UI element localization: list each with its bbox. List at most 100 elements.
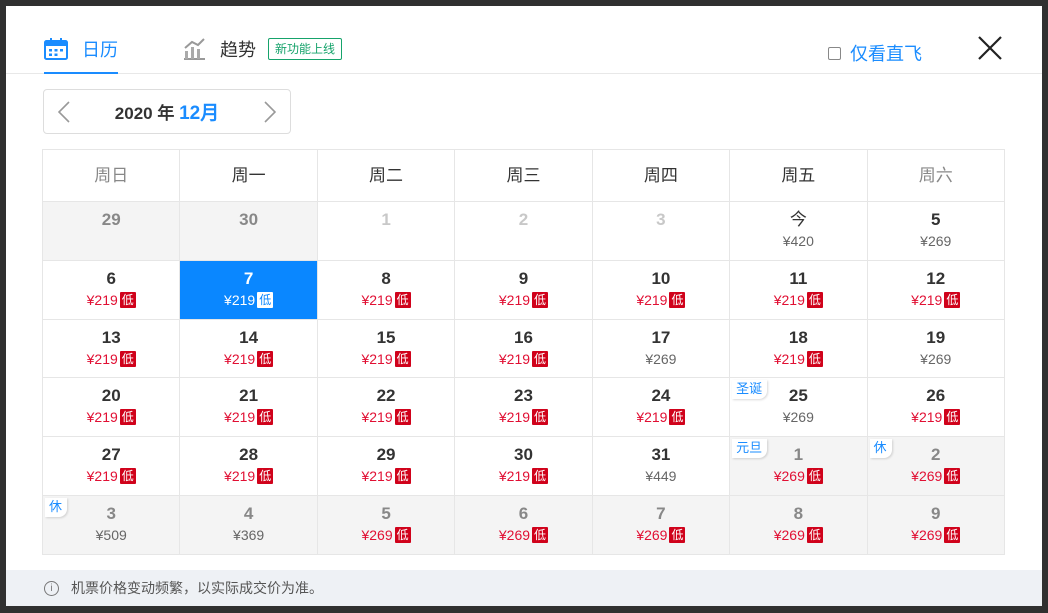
prev-month-button[interactable] — [56, 100, 72, 124]
price-value: ¥219 — [636, 409, 668, 426]
date-cell[interactable]: 30 — [180, 202, 318, 261]
date-cell[interactable]: 27 ¥219 低 — [43, 437, 181, 496]
date-cell[interactable]: 圣诞 25 ¥269 — [730, 378, 868, 438]
tab-calendar[interactable]: 日历 — [44, 34, 118, 74]
price-value: ¥269 — [773, 526, 805, 543]
date-cell[interactable]: 今 ¥420 — [730, 202, 868, 261]
weekday-header: 周日 周一 周二 周三 周四 周五 周六 — [43, 150, 1005, 202]
date-price: ¥269 低 — [868, 467, 1004, 485]
date-price: ¥269 — [868, 232, 1004, 250]
date-cell[interactable]: 休 2 ¥269 低 — [867, 437, 1005, 496]
date-price: ¥449 — [593, 467, 729, 485]
low-price-tag: 低 — [669, 291, 686, 308]
date-number: 8 — [381, 268, 391, 288]
date-price: ¥219 低 — [43, 467, 179, 485]
date-price: ¥219 低 — [180, 291, 316, 309]
date-cell[interactable]: 31 ¥449 — [592, 437, 731, 496]
date-cell[interactable]: 20 ¥219 低 — [43, 378, 181, 438]
date-cell[interactable]: 16 ¥219 低 — [455, 319, 593, 379]
date-price: ¥369 — [180, 526, 316, 544]
low-price-tag: 低 — [944, 468, 961, 485]
date-cell[interactable]: 6 ¥219 低 — [43, 260, 181, 320]
date-cell[interactable]: 8 ¥219 低 — [317, 260, 456, 320]
date-cell: 3 — [592, 202, 731, 261]
date-number: 14 — [239, 327, 259, 347]
date-number: 2 — [518, 210, 529, 229]
price-value: ¥219 — [498, 291, 531, 308]
date-cell[interactable]: 4 ¥369 — [180, 495, 318, 555]
price-value: ¥219 — [224, 409, 256, 426]
tab-trend[interactable]: 趋势 新功能上线 — [182, 34, 343, 64]
low-price-tag: 低 — [119, 468, 136, 485]
date-cell[interactable]: 15 ¥219 低 — [317, 319, 456, 379]
trend-chart-icon — [184, 38, 205, 60]
date-price: ¥219 低 — [318, 350, 454, 368]
date-number: 6 — [106, 268, 116, 288]
date-cell[interactable]: 元旦 1 ¥269 低 — [730, 437, 868, 496]
date-cell[interactable]: 17 ¥269 — [592, 319, 731, 379]
date-number: 15 — [376, 327, 396, 347]
date-cell[interactable]: 24 ¥219 低 — [592, 378, 731, 438]
next-month-button[interactable] — [262, 100, 278, 124]
price-value: ¥219 — [86, 468, 118, 485]
price-value: ¥269 — [498, 526, 531, 543]
date-cell[interactable]: 休 3 ¥509 — [43, 495, 181, 555]
date-number: 9 — [931, 503, 941, 523]
date-cell[interactable]: 5 ¥269 低 — [317, 495, 456, 555]
holiday-tag: 休 — [45, 497, 68, 517]
date-cell[interactable]: 19 ¥269 — [867, 319, 1005, 379]
date-cell[interactable]: 8 ¥269 低 — [730, 495, 868, 555]
low-price-tag: 低 — [944, 526, 961, 543]
date-cell[interactable]: 30 ¥219 低 — [455, 437, 593, 496]
date-cell-selected[interactable]: 7 ¥219 低 — [180, 260, 318, 320]
price-value: ¥269 — [645, 350, 677, 367]
date-cell[interactable]: 9 ¥219 低 — [455, 260, 593, 320]
date-price: ¥219 低 — [180, 350, 316, 368]
date-price: ¥219 低 — [43, 350, 179, 368]
date-price: ¥219 低 — [455, 350, 591, 368]
date-cell[interactable]: 22 ¥219 低 — [317, 378, 456, 438]
date-cell[interactable]: 7 ¥269 低 — [592, 495, 731, 555]
low-price-tag: 低 — [806, 350, 823, 367]
date-number: 7 — [243, 268, 254, 288]
date-cell[interactable]: 13 ¥219 低 — [43, 319, 181, 379]
tab-bar: 日历 趋势 新功能上线 仅看直飞 — [6, 6, 1042, 74]
date-number: 18 — [788, 327, 808, 347]
close-button[interactable] — [976, 34, 1004, 62]
direct-only-toggle[interactable]: 仅看直飞 — [828, 40, 922, 66]
low-price-tag: 低 — [669, 526, 686, 543]
date-cell[interactable]: 11 ¥219 低 — [730, 260, 868, 320]
date-cell[interactable]: 6 ¥269 低 — [455, 495, 593, 555]
date-cell[interactable]: 21 ¥219 低 — [180, 378, 318, 438]
date-cell[interactable]: 10 ¥219 低 — [592, 260, 731, 320]
date-cell[interactable]: 23 ¥219 低 — [455, 378, 593, 438]
date-cell[interactable]: 5 ¥269 — [867, 202, 1005, 261]
direct-only-checkbox[interactable] — [828, 46, 841, 60]
date-number: 5 — [381, 503, 391, 523]
date-number: 20 — [101, 386, 121, 406]
date-cell[interactable]: 28 ¥219 低 — [180, 437, 318, 496]
low-price-tag: 低 — [119, 291, 136, 308]
low-price-tag: 低 — [532, 468, 549, 485]
date-price: ¥219 低 — [318, 467, 454, 485]
date-price: ¥219 低 — [455, 467, 591, 485]
date-number: 17 — [651, 327, 671, 347]
date-number: 5 — [931, 210, 941, 229]
close-icon — [978, 36, 1002, 60]
date-cell[interactable]: 29 ¥219 低 — [317, 437, 456, 496]
date-price: ¥219 低 — [593, 408, 729, 426]
date-cell[interactable]: 12 ¥219 低 — [867, 260, 1005, 320]
low-price-tag: 低 — [806, 291, 823, 308]
date-number: 8 — [793, 503, 804, 523]
date-cell[interactable]: 14 ¥219 低 — [180, 319, 318, 379]
date-cell[interactable]: 18 ¥219 低 — [730, 319, 868, 379]
date-cell[interactable]: 26 ¥219 低 — [867, 378, 1005, 438]
date-cell[interactable]: 29 — [43, 202, 181, 261]
date-cell[interactable]: 9 ¥269 低 — [867, 495, 1005, 555]
date-price: ¥219 低 — [455, 291, 591, 309]
info-icon: i — [44, 580, 59, 596]
date-number: 24 — [651, 386, 671, 406]
date-price: ¥219 低 — [730, 350, 866, 368]
low-price-tag: 低 — [532, 291, 549, 308]
date-number: 27 — [101, 445, 121, 465]
